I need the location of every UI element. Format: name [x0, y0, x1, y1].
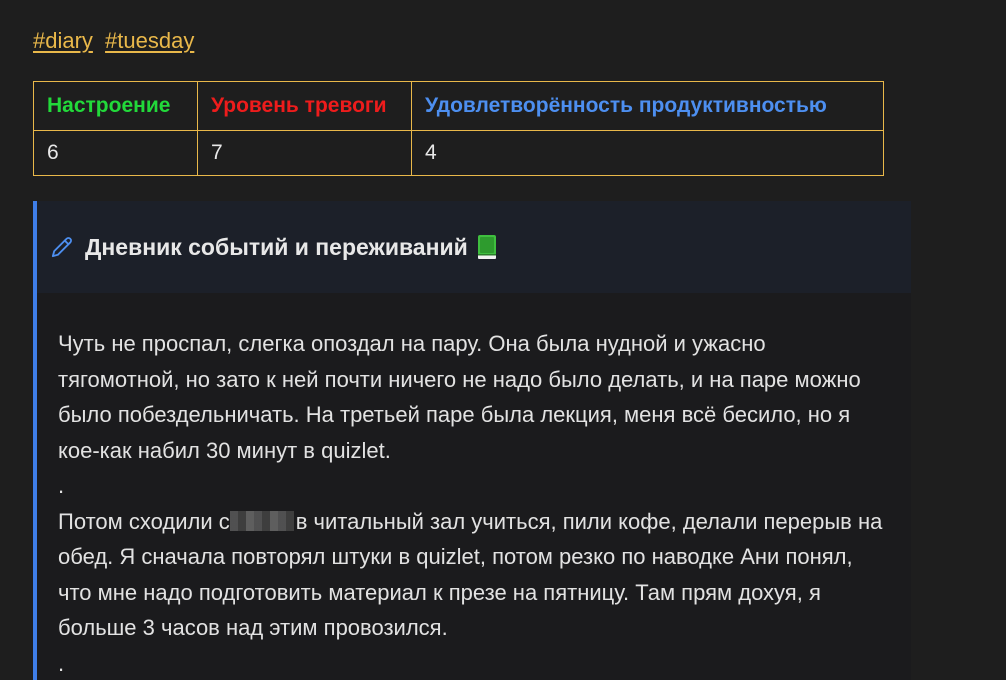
- callout-header[interactable]: Дневник событий и переживаний: [37, 201, 911, 293]
- tag-list: #diary #tuesday: [33, 27, 200, 55]
- tag-tuesday[interactable]: #tuesday: [105, 28, 194, 53]
- callout-body: Чуть не проспал, слегка опоздал на пару.…: [37, 293, 911, 680]
- metrics-table: Настроение Уровень тревоги Удовлетворённ…: [33, 81, 884, 176]
- diary-callout: Дневник событий и переживаний Чуть не пр…: [33, 201, 911, 680]
- value-anxiety: 7: [197, 130, 412, 176]
- blurred-name: [229, 510, 294, 531]
- table-header-row: Настроение Уровень тревоги Удовлетворённ…: [33, 81, 884, 131]
- table-row: 6 7 4: [33, 130, 884, 176]
- paragraph-2-start: Потом сходили с: [58, 508, 230, 534]
- paragraph-2: Потом сходили с в читальный зал учиться, …: [58, 504, 891, 646]
- note-page: #diary #tuesday Настроение Уровень трево…: [0, 0, 1006, 680]
- header-mood: Настроение: [33, 81, 198, 131]
- value-mood: 6: [33, 130, 198, 176]
- tag-diary[interactable]: #diary: [33, 28, 93, 53]
- book-icon: [476, 234, 498, 260]
- paragraph-1: Чуть не проспал, слегка опоздал на пару.…: [58, 331, 861, 463]
- paragraph-separator-2: .: [58, 650, 65, 676]
- callout-title: Дневник событий и переживаний: [85, 233, 468, 260]
- pencil-icon: [51, 236, 73, 258]
- header-anxiety: Уровень тревоги: [197, 81, 412, 131]
- paragraph-separator: .: [58, 473, 65, 498]
- header-productivity: Удовлетворённость продуктивностью: [411, 81, 884, 131]
- value-productivity: 4: [411, 130, 884, 176]
- paragraph-2-after-blur: в читальный зал учиться, пили кофе, дела…: [295, 508, 758, 534]
